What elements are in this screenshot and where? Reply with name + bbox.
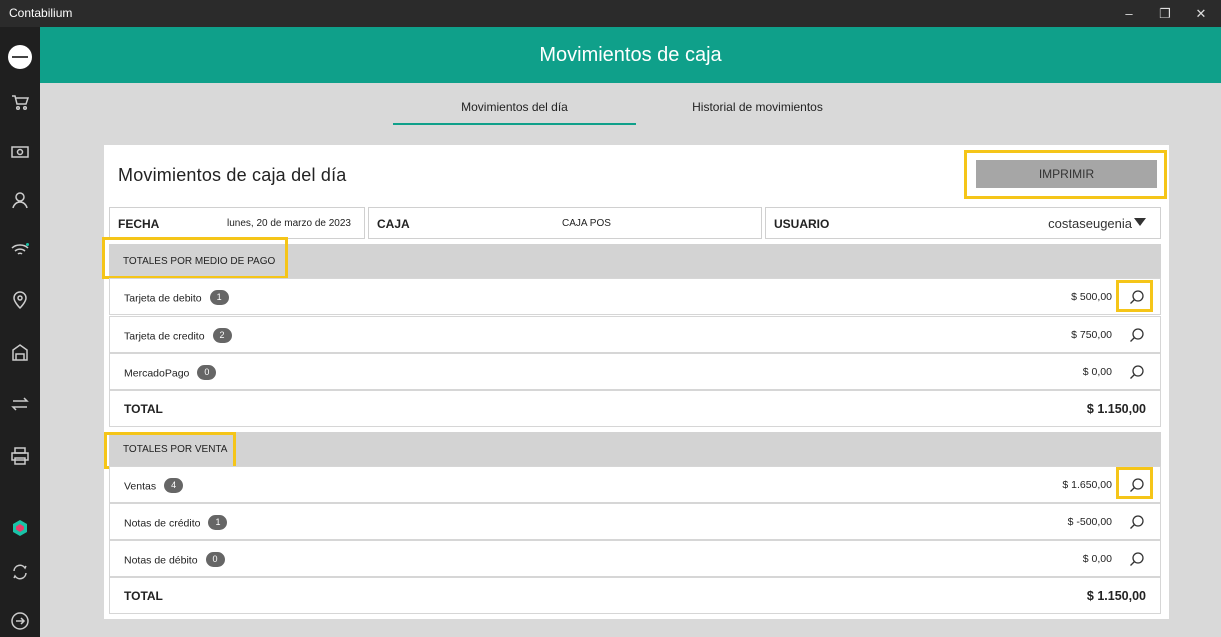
sync-icon[interactable] [0, 554, 40, 590]
cash-icon[interactable] [0, 134, 40, 170]
section-title: TOTALES POR MEDIO DE PAGO [123, 256, 276, 267]
usuario-select-value[interactable]: costaseugenia [1048, 216, 1132, 231]
cart-icon[interactable] [0, 84, 40, 120]
total-label: TOTAL [124, 589, 163, 603]
total-amount: $ 1.150,00 [1086, 589, 1146, 603]
table-row: Ventas 4 $ 1.650,00 [109, 466, 1161, 503]
logout-icon[interactable] [0, 603, 40, 637]
count-badge: 2 [212, 328, 232, 343]
table-row: Tarjeta de credito 2 $ 750,00 [109, 316, 1161, 353]
tab-historial-de-movimientos[interactable]: Historial de movimientos [636, 100, 879, 114]
active-tab-indicator [393, 123, 636, 125]
close-icon[interactable]: ✕ [1183, 0, 1219, 27]
left-nav-rail [0, 27, 40, 637]
count-badge: 0 [197, 365, 217, 380]
tab-movimientos-del-dia[interactable]: Movimientos del día [393, 100, 636, 114]
store-icon[interactable] [0, 334, 40, 370]
total-label: TOTAL [124, 402, 163, 416]
count-badge: 1 [208, 515, 228, 530]
row-amount: $ 1.650,00 [1062, 479, 1112, 491]
search-icon[interactable] [1128, 476, 1146, 494]
count-badge: 4 [164, 478, 184, 493]
usuario-field[interactable]: USUARIO costaseugenia [765, 207, 1161, 239]
caja-label: CAJA [377, 217, 410, 231]
fecha-label: FECHA [118, 217, 160, 231]
search-icon[interactable] [1128, 326, 1146, 344]
row-label: Notas de débito [124, 554, 198, 567]
movimientos-card: Movimientos de caja del día IMPRIMIR FEC… [102, 145, 1169, 619]
row-amount: $ 0,00 [1082, 366, 1112, 378]
total-row: TOTAL $ 1.150,00 [109, 390, 1161, 427]
table-row: Tarjeta de debito 1 $ 500,00 [109, 278, 1161, 315]
printer-icon[interactable] [0, 438, 40, 474]
row-amount: $ 750,00 [1071, 329, 1112, 341]
row-label: Notas de crédito [124, 517, 201, 530]
fecha-value: lunes, 20 de marzo de 2023 [227, 218, 351, 229]
section-por-venta: TOTALES POR VENTA [109, 432, 1161, 466]
avatar[interactable] [0, 39, 40, 75]
count-badge: 1 [209, 290, 229, 305]
row-label: Tarjeta de credito [124, 330, 205, 343]
dropdown-arrow-icon[interactable] [1134, 218, 1146, 226]
window-titlebar: Contabilium – ❐ ✕ [0, 0, 1221, 27]
print-button[interactable]: IMPRIMIR [976, 160, 1157, 188]
section-title: TOTALES POR VENTA [123, 444, 228, 455]
brand-logo-icon[interactable] [0, 510, 40, 546]
caja-value: CAJA POS [562, 218, 611, 229]
fecha-field: FECHA lunes, 20 de marzo de 2023 [109, 207, 365, 239]
count-badge: 0 [205, 552, 225, 567]
row-amount: $ 0,00 [1082, 553, 1112, 565]
restore-icon[interactable]: ❐ [1147, 0, 1183, 27]
app-title: Contabilium [9, 6, 73, 20]
wifi-icon[interactable] [0, 232, 40, 268]
total-row: TOTAL $ 1.150,00 [109, 577, 1161, 614]
location-icon[interactable] [0, 282, 40, 318]
caja-field: CAJA CAJA POS [368, 207, 762, 239]
transfer-icon[interactable] [0, 386, 40, 422]
row-amount: $ 500,00 [1071, 291, 1112, 303]
minimize-icon[interactable]: – [1111, 0, 1147, 27]
search-icon[interactable] [1128, 288, 1146, 306]
section-medio-de-pago: TOTALES POR MEDIO DE PAGO [109, 244, 1161, 278]
usuario-label: USUARIO [774, 217, 830, 231]
table-row: MercadoPago 0 $ 0,00 [109, 353, 1161, 390]
row-amount: $ -500,00 [1067, 516, 1112, 528]
search-icon[interactable] [1128, 363, 1146, 381]
total-amount: $ 1.150,00 [1086, 402, 1146, 416]
row-label: Tarjeta de debito [124, 292, 202, 305]
row-label: Ventas [124, 480, 157, 493]
user-icon[interactable] [0, 182, 40, 218]
page-title: Movimientos de caja [539, 43, 722, 66]
table-row: Notas de crédito 1 $ -500,00 [109, 503, 1161, 540]
page-header: Movimientos de caja [40, 27, 1221, 83]
card-title: Movimientos de caja del día [118, 165, 347, 185]
search-icon[interactable] [1128, 550, 1146, 568]
table-row: Notas de débito 0 $ 0,00 [109, 540, 1161, 577]
search-icon[interactable] [1128, 513, 1146, 531]
row-label: MercadoPago [124, 367, 190, 380]
